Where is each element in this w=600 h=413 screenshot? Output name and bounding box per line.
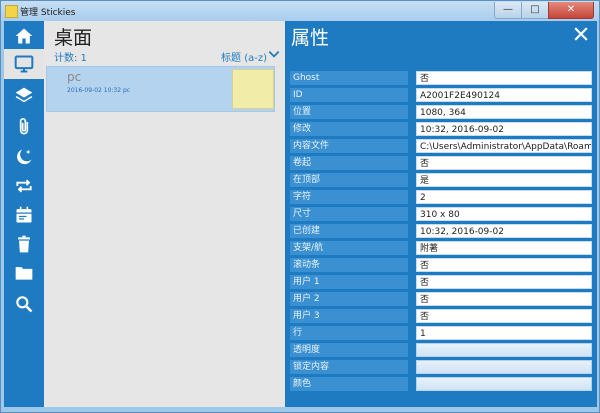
property-label: 颜色 bbox=[290, 377, 408, 391]
folder-icon bbox=[15, 267, 33, 280]
property-label: 透明度 bbox=[290, 343, 408, 357]
sidebar bbox=[4, 21, 44, 407]
title-bar[interactable]: 管理 Stickies — □ ✕ bbox=[1, 1, 599, 21]
window-title: 管理 Stickies bbox=[20, 8, 76, 18]
property-row: 位置 1080, 364 bbox=[290, 105, 592, 119]
property-label: 修改 bbox=[290, 122, 408, 136]
property-value[interactable]: 10:32, 2016-09-02 bbox=[416, 224, 592, 238]
property-row: 用户 3 否 bbox=[290, 309, 592, 323]
note-date: 2016-09-02 10:32 pc bbox=[67, 87, 131, 94]
notes-list-pane: 桌面 计数: 1 标题 (a-z) pc 2016-09-02 10:32 pc bbox=[44, 21, 285, 407]
home-icon bbox=[15, 28, 33, 44]
property-row: 支架/航 附著 bbox=[290, 241, 592, 255]
pane-title: 桌面 bbox=[54, 27, 93, 49]
property-row: 尺寸 310 x 80 bbox=[290, 207, 592, 221]
property-row: 已创建 10:32, 2016-09-02 bbox=[290, 224, 592, 238]
note-thumbnail bbox=[232, 69, 274, 109]
minimize-button[interactable]: — bbox=[494, 2, 522, 19]
app-window: 管理 Stickies — □ ✕ 桌面 计数: 1 标题 (a-z) pc 2… bbox=[0, 0, 600, 413]
property-row: 透明度 bbox=[290, 343, 592, 357]
sidebar-item-sleep[interactable] bbox=[4, 142, 44, 172]
property-row: 内容文件 C:\Users\Administrator\AppData\Roami… bbox=[290, 139, 592, 153]
properties-title: 属性 bbox=[291, 27, 330, 49]
moon-star-icon bbox=[17, 149, 32, 165]
property-value[interactable]: 是 bbox=[416, 173, 592, 187]
property-row: 字符 2 bbox=[290, 190, 592, 204]
sidebar-item-layers[interactable] bbox=[4, 81, 44, 111]
property-label: Ghost bbox=[290, 71, 408, 85]
property-value[interactable]: 1080, 364 bbox=[416, 105, 592, 119]
property-label: 行 bbox=[290, 326, 408, 340]
property-label: 字符 bbox=[290, 190, 408, 204]
maximize-button[interactable]: □ bbox=[521, 2, 549, 19]
paperclip-icon bbox=[19, 118, 29, 135]
property-row: 颜色 bbox=[290, 377, 592, 391]
property-row: 用户 2 否 bbox=[290, 292, 592, 306]
note-title: pc bbox=[67, 70, 82, 84]
property-value[interactable]: 否 bbox=[416, 309, 592, 323]
property-row: 锁定内容 bbox=[290, 360, 592, 374]
sidebar-item-calendar[interactable] bbox=[4, 200, 44, 230]
close-window-button[interactable]: ✕ bbox=[548, 2, 594, 19]
property-label: 用户 2 bbox=[290, 292, 408, 306]
opacity-slider[interactable] bbox=[416, 343, 592, 357]
property-label: 锁定内容 bbox=[290, 360, 408, 374]
property-row: 滚动条否 bbox=[290, 258, 592, 272]
sidebar-item-folder[interactable] bbox=[4, 258, 44, 288]
trash-icon bbox=[18, 235, 30, 253]
properties-pane: 属性 Ghost 否 ID A2001F2E490124 位置 1080, 364 修… bbox=[285, 21, 597, 407]
property-row: Ghost 否 bbox=[290, 71, 592, 85]
search-icon bbox=[16, 296, 33, 313]
property-value[interactable]: 否 bbox=[416, 275, 592, 289]
property-value[interactable]: A2001F2E490124 bbox=[416, 88, 592, 102]
property-value[interactable]: 附著 bbox=[416, 241, 592, 255]
property-label: 用户 3 bbox=[290, 309, 408, 323]
property-label: 滚动条 bbox=[290, 258, 408, 272]
calendar-icon bbox=[16, 206, 32, 223]
close-icon[interactable] bbox=[571, 24, 591, 44]
property-label: 卷起 bbox=[290, 156, 408, 170]
property-value[interactable]: 2 bbox=[416, 190, 592, 204]
property-value[interactable]: 否 bbox=[416, 258, 592, 272]
property-value[interactable]: 10:32, 2016-09-02 bbox=[416, 122, 592, 136]
property-row: 行1 bbox=[290, 326, 592, 340]
property-row: ID A2001F2E490124 bbox=[290, 88, 592, 102]
sidebar-item-recurring[interactable] bbox=[4, 171, 44, 201]
property-value[interactable]: 310 x 80 bbox=[416, 207, 592, 221]
sidebar-item-search[interactable] bbox=[4, 289, 44, 319]
sidebar-item-desktop[interactable] bbox=[4, 49, 44, 79]
property-row: 卷起否 bbox=[290, 156, 592, 170]
property-value[interactable]: 否 bbox=[416, 292, 592, 306]
note-count: 计数: 1 bbox=[54, 53, 87, 64]
color-picker[interactable] bbox=[416, 377, 592, 391]
property-value[interactable]: 否 bbox=[416, 156, 592, 170]
property-label: 尺寸 bbox=[290, 207, 408, 221]
app-icon bbox=[5, 5, 18, 18]
property-value[interactable]: 1 bbox=[416, 326, 592, 340]
property-value[interactable]: 否 bbox=[416, 71, 592, 85]
property-label: 已创建 bbox=[290, 224, 408, 238]
layers-icon bbox=[15, 87, 33, 103]
property-label: 用户 1 bbox=[290, 275, 408, 289]
sidebar-item-home[interactable] bbox=[4, 21, 44, 51]
property-label: 支架/航 bbox=[290, 241, 408, 255]
property-label: ID bbox=[290, 88, 408, 102]
property-row: 修改 10:32, 2016-09-02 bbox=[290, 122, 592, 136]
sidebar-item-attachments[interactable] bbox=[4, 112, 44, 142]
sort-dropdown-label[interactable]: 标题 (a-z) bbox=[221, 49, 267, 64]
property-label: 位置 bbox=[290, 105, 408, 119]
list-item[interactable]: pc 2016-09-02 10:32 pc bbox=[46, 66, 275, 112]
property-label: 内容文件 bbox=[290, 139, 408, 153]
chevron-down-icon[interactable] bbox=[267, 47, 281, 61]
lock-content-toggle[interactable] bbox=[416, 360, 592, 374]
property-row: 用户 1 否 bbox=[290, 275, 592, 289]
property-label: 在顶部 bbox=[290, 173, 408, 187]
repeat-icon bbox=[16, 179, 32, 193]
property-value[interactable]: C:\Users\Administrator\AppData\Roaming bbox=[416, 139, 592, 153]
monitor-icon bbox=[14, 55, 34, 73]
property-row: 在顶部是 bbox=[290, 173, 592, 187]
sidebar-item-trash[interactable] bbox=[4, 229, 44, 259]
